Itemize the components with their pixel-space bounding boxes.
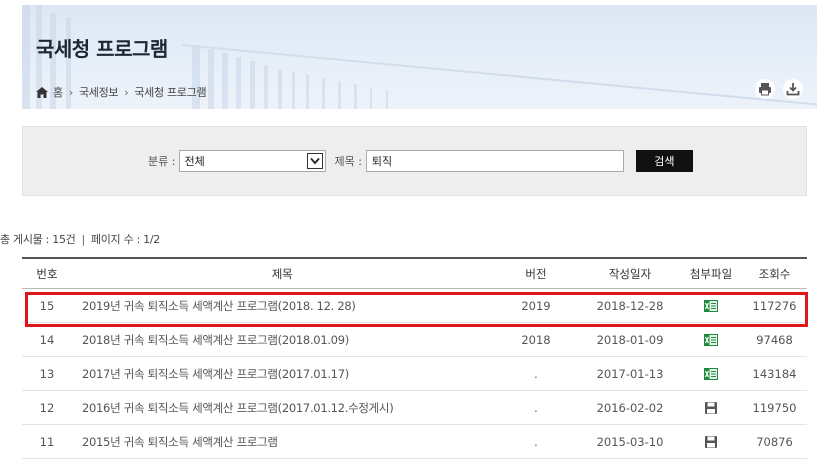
row-attachment[interactable] <box>680 299 742 312</box>
row-title-link[interactable]: 2016년 귀속 퇴직소득 세액계산 프로그램(2017.01.12.수정게시) <box>72 400 492 416</box>
column-header-attachment: 첨부파일 <box>689 266 733 281</box>
search-panel: 분류 : 전체 제목 : 퇴직 검색 <box>22 126 807 196</box>
row-version: . <box>534 434 538 449</box>
breadcrumb: 홈 › 국세정보 › 국세청 프로그램 <box>36 84 207 100</box>
breadcrumb-separator: › <box>124 85 129 99</box>
row-views: 70876 <box>756 434 793 449</box>
row-number: 15 <box>39 298 55 313</box>
download-icon <box>786 83 800 96</box>
category-label: 분류 : <box>148 155 176 168</box>
table-row[interactable]: 13 2017년 귀속 퇴직소득 세액계산 프로그램(2017.01.17). 20… <box>22 357 807 391</box>
column-header-version: 버전 <box>525 266 547 281</box>
table-row[interactable]: 11 2015년 귀속 퇴직소득 세액계산 프로그램. 2015-03-10 7087… <box>22 425 807 459</box>
utility-icons <box>755 79 803 99</box>
print-button[interactable] <box>755 79 775 99</box>
row-title-link[interactable]: 2015년 귀속 퇴직소득 세액계산 프로그램 <box>72 434 492 450</box>
breadcrumb-tax-info[interactable]: 국세정보 <box>79 84 119 100</box>
row-date: 2018-12-28 <box>596 298 664 313</box>
row-number: 12 <box>39 400 55 415</box>
row-attachment[interactable] <box>680 333 742 346</box>
row-views: 117276 <box>752 298 797 313</box>
save-disk-icon[interactable] <box>704 435 718 449</box>
row-version: 2019 <box>521 298 551 313</box>
program-table: 번호 제목 버전 작성일자 첨부파일 조회수 15 2019년 귀속 퇴직소득 세… <box>22 257 807 459</box>
column-header-title: 제목 <box>271 266 293 281</box>
save-disk-icon[interactable] <box>704 401 718 415</box>
row-number: 13 <box>39 366 55 381</box>
table-row[interactable]: 12 2016년 귀속 퇴직소득 세액계산 프로그램(2017.01.12.수정게… <box>22 391 807 425</box>
title-label: 제목 : <box>334 155 362 168</box>
list-summary: 총 게시물 : 15건 | 페이지 수 : 1/2 <box>0 231 160 247</box>
row-number: 11 <box>39 434 55 449</box>
category-select-value: 전체 <box>184 155 205 168</box>
summary-divider: | <box>81 233 86 246</box>
row-title-link[interactable]: 2018년 귀속 퇴직소득 세액계산 프로그램(2018.01.09) <box>72 332 492 348</box>
row-title-link[interactable]: 2017년 귀속 퇴직소득 세액계산 프로그램(2017.01.17) <box>72 366 492 382</box>
column-header-number: 번호 <box>36 266 58 281</box>
row-attachment[interactable] <box>680 435 742 449</box>
excel-file-icon[interactable] <box>704 299 718 312</box>
table-header: 번호 제목 버전 작성일자 첨부파일 조회수 <box>22 257 807 289</box>
table-row[interactable]: 14 2018년 귀속 퇴직소득 세액계산 프로그램(2018.01.09) 201… <box>22 323 807 357</box>
row-views: 119750 <box>752 400 797 415</box>
page-title: 국세청 프로그램 <box>36 37 168 61</box>
search-row: 분류 : 전체 제목 : 퇴직 검색 <box>148 150 693 172</box>
row-attachment[interactable] <box>680 367 742 380</box>
row-date: 2015-03-10 <box>596 434 664 449</box>
row-version: . <box>534 400 538 415</box>
row-views: 97468 <box>756 332 793 347</box>
row-views: 143184 <box>752 366 797 381</box>
excel-file-icon[interactable] <box>704 333 718 346</box>
total-count: 총 게시물 : 15건 <box>0 233 76 246</box>
row-title-link[interactable]: 2019년 귀속 퇴직소득 세액계산 프로그램(2018. 12. 28) <box>72 298 492 314</box>
print-icon <box>759 83 771 96</box>
row-version: 2018 <box>521 332 551 347</box>
category-select[interactable]: 전체 <box>179 150 327 172</box>
column-header-views: 조회수 <box>758 266 791 281</box>
breadcrumb-current: 국세청 프로그램 <box>134 86 207 99</box>
title-search-value: 퇴직 <box>371 155 393 168</box>
table-body: 15 2019년 귀속 퇴직소득 세액계산 프로그램(2018. 12. 28) 2… <box>22 289 807 459</box>
row-date: 2017-01-13 <box>596 366 664 381</box>
home-icon[interactable] <box>36 86 48 98</box>
download-button[interactable] <box>783 79 803 99</box>
page-header-banner: 국세청 프로그램 홈 › 국세정보 › 국세청 프로그램 <box>22 5 817 109</box>
search-button[interactable]: 검색 <box>635 150 693 172</box>
row-attachment[interactable] <box>680 401 742 415</box>
breadcrumb-home[interactable]: 홈 <box>53 84 63 100</box>
chevron-down-icon[interactable] <box>307 153 324 169</box>
page-count: 페이지 수 : 1/2 <box>90 233 160 246</box>
title-search-input[interactable]: 퇴직 <box>365 150 624 172</box>
row-date: 2018-01-09 <box>596 332 664 347</box>
row-number: 14 <box>39 332 55 347</box>
excel-file-icon[interactable] <box>704 367 718 380</box>
table-row[interactable]: 15 2019년 귀속 퇴직소득 세액계산 프로그램(2018. 12. 28) 2… <box>22 289 807 323</box>
row-date: 2016-02-02 <box>596 400 664 415</box>
breadcrumb-separator: › <box>68 85 73 99</box>
column-header-date: 작성일자 <box>608 266 652 281</box>
row-version: . <box>534 366 538 381</box>
